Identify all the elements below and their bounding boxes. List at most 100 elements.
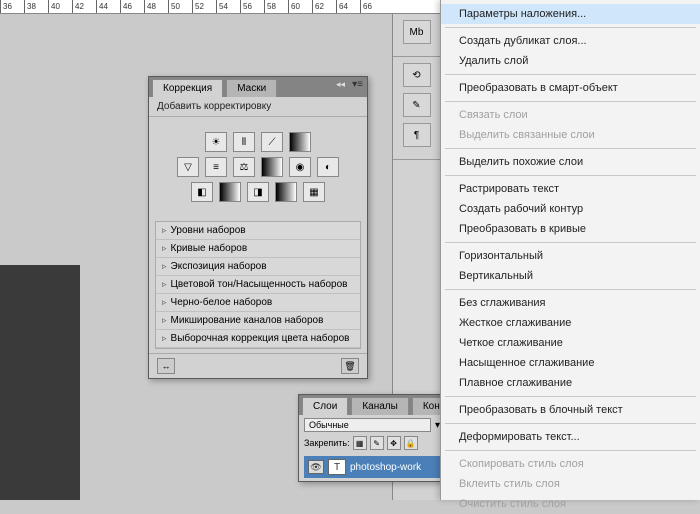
preset-item[interactable]: Цветовой тон/Насыщенность наборов (156, 276, 360, 294)
vibrance-icon[interactable]: ▽ (177, 157, 199, 177)
adjustment-icons-grid: ☀ ⫴ ⟋ ▽ ≡ ⚖ ◉ ◐ ◧ ◨ ▦ (149, 117, 367, 217)
panel-tabs: ◂◂ ▾≡ Коррекция Маски (149, 77, 367, 97)
layers-tabs: Слои Каналы Контуры (299, 395, 445, 415)
menu-separator (445, 148, 696, 149)
exposure-icon[interactable] (289, 132, 311, 152)
invert-icon[interactable]: ◧ (191, 182, 213, 202)
menu-item[interactable]: Выделить похожие слои (441, 152, 700, 172)
lock-all-icon[interactable]: 🔒 (404, 436, 418, 450)
tab-masks[interactable]: Маски (226, 79, 277, 97)
panel-header: Добавить корректировку (149, 97, 367, 117)
preset-item[interactable]: Микширование каналов наборов (156, 312, 360, 330)
ruler-tick: 38 (24, 0, 48, 13)
menu-item[interactable]: Преобразовать в кривые (441, 219, 700, 239)
tab-channels[interactable]: Каналы (351, 397, 409, 415)
lock-label: Закрепить: (304, 438, 350, 448)
ruler-tick: 60 (288, 0, 312, 13)
layer-type-icon: T (328, 459, 346, 475)
menu-item[interactable]: Плавное сглаживание (441, 373, 700, 393)
preset-item[interactable]: Экспозиция наборов (156, 258, 360, 276)
preset-item[interactable]: Уровни наборов (156, 222, 360, 240)
tab-layers[interactable]: Слои (302, 397, 348, 415)
ruler-tick: 54 (216, 0, 240, 13)
ruler-tick: 64 (336, 0, 360, 13)
ruler-tick: 58 (264, 0, 288, 13)
menu-separator (445, 175, 696, 176)
menu-item[interactable]: Создать рабочий контур (441, 199, 700, 219)
menu-separator (445, 74, 696, 75)
lock-position-icon[interactable]: ✥ (387, 436, 401, 450)
menu-separator (445, 396, 696, 397)
tab-correction[interactable]: Коррекция (152, 79, 223, 97)
ruler-tick: 42 (72, 0, 96, 13)
ruler-tick: 44 (96, 0, 120, 13)
menu-item: Связать слои (441, 105, 700, 125)
panel-footer: ↔ 🗑 (149, 353, 367, 378)
preset-item[interactable]: Черно-белое наборов (156, 294, 360, 312)
posterize-icon[interactable] (219, 182, 241, 202)
balance-icon[interactable]: ⚖ (233, 157, 255, 177)
adjustments-panel: ◂◂ ▾≡ Коррекция Маски Добавить корректир… (148, 76, 368, 379)
menu-item: Очистить стиль слоя (441, 494, 700, 514)
lock-pixels-icon[interactable]: ✎ (370, 436, 384, 450)
layer-row[interactable]: 👁 T photoshop-work (304, 456, 440, 478)
levels-icon[interactable]: ⫴ (233, 132, 255, 152)
ruler-tick: 40 (48, 0, 72, 13)
menu-item[interactable]: Преобразовать в блочный текст (441, 400, 700, 420)
blend-mode-select[interactable]: Обычные (304, 418, 431, 432)
menu-item: Скопировать стиль слоя (441, 454, 700, 474)
menu-item[interactable]: Вертикальный (441, 266, 700, 286)
menu-item[interactable]: Создать дубликат слоя... (441, 31, 700, 51)
menu-item[interactable]: Растрировать текст (441, 179, 700, 199)
text-tool-icon[interactable]: ¶ (403, 123, 431, 147)
layer-name: photoshop-work (350, 462, 421, 473)
menu-separator (445, 101, 696, 102)
ruler-tick: 66 (360, 0, 384, 13)
brush-tool-icon[interactable]: ✎ (403, 93, 431, 117)
ruler-tick: 56 (240, 0, 264, 13)
mb-tool-icon[interactable]: Mb (403, 20, 431, 44)
lock-transparency-icon[interactable]: ▦ (353, 436, 367, 450)
menu-item: Вклеить стиль слоя (441, 474, 700, 494)
threshold-icon[interactable]: ◨ (247, 182, 269, 202)
ruler-tick: 36 (0, 0, 24, 13)
menu-item[interactable]: Преобразовать в смарт-объект (441, 78, 700, 98)
canvas-background (0, 265, 80, 500)
hue-icon[interactable]: ≡ (205, 157, 227, 177)
panel-menu-icon[interactable]: ▾≡ (352, 79, 363, 90)
menu-separator (445, 242, 696, 243)
layer-visibility-icon[interactable]: 👁 (308, 460, 324, 474)
ruler-tick: 48 (144, 0, 168, 13)
curves-icon[interactable]: ⟋ (261, 132, 283, 152)
ruler-tick: 52 (192, 0, 216, 13)
selective-color-icon[interactable]: ▦ (303, 182, 325, 202)
preset-list[interactable]: Уровни наборовКривые наборовЭкспозиция н… (155, 221, 361, 349)
menu-item[interactable]: Насыщенное сглаживание (441, 353, 700, 373)
menu-item[interactable]: Деформировать текст... (441, 427, 700, 447)
preset-item[interactable]: Кривые наборов (156, 240, 360, 258)
menu-item: Выделить связанные слои (441, 125, 700, 145)
history-brush-icon[interactable]: ⟲ (403, 63, 431, 87)
menu-separator (445, 289, 696, 290)
preset-item[interactable]: Выборочная коррекция цвета наборов (156, 330, 360, 348)
menu-item[interactable]: Без сглаживания (441, 293, 700, 313)
ruler-tick: 50 (168, 0, 192, 13)
panel-collapse-icon[interactable]: ◂◂ (336, 79, 345, 90)
context-menu: Параметры наложения... Создать дубликат с… (440, 0, 700, 500)
menu-item[interactable]: Удалить слой (441, 51, 700, 71)
menu-item[interactable]: Горизонтальный (441, 246, 700, 266)
menu-item[interactable]: Четкое сглаживание (441, 333, 700, 353)
ruler-tick: 62 (312, 0, 336, 13)
trash-icon[interactable]: 🗑 (341, 358, 359, 374)
channel-mixer-icon[interactable]: ◐ (317, 157, 339, 177)
gradient-map-icon[interactable] (275, 182, 297, 202)
photo-filter-icon[interactable]: ◉ (289, 157, 311, 177)
expand-icon[interactable]: ↔ (157, 358, 175, 374)
brightness-icon[interactable]: ☀ (205, 132, 227, 152)
ruler-tick: 46 (120, 0, 144, 13)
bw-icon[interactable] (261, 157, 283, 177)
menu-separator (445, 450, 696, 451)
menu-separator (445, 27, 696, 28)
menu-item[interactable]: Жесткое сглаживание (441, 313, 700, 333)
menu-item[interactable]: Параметры наложения... (441, 4, 700, 24)
